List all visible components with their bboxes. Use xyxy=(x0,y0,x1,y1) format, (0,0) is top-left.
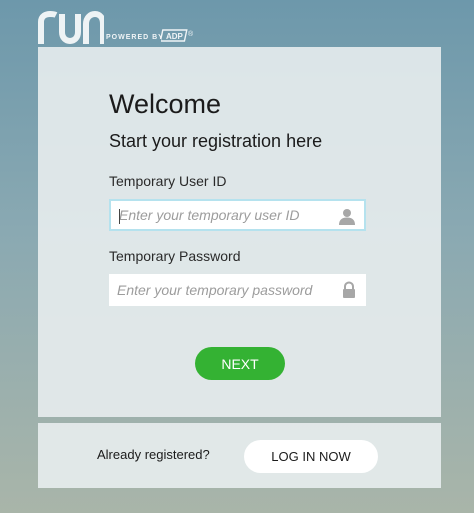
powered-by-label: POWERED BY xyxy=(106,34,164,41)
password-field[interactable] xyxy=(109,274,366,306)
text-cursor xyxy=(119,209,120,224)
next-button[interactable]: NEXT xyxy=(195,347,285,380)
password-input[interactable] xyxy=(117,274,327,306)
password-label: Temporary Password xyxy=(109,248,241,264)
lock-icon xyxy=(343,281,355,298)
registered-mark: ® xyxy=(188,30,194,38)
page-title: Welcome xyxy=(109,89,222,119)
user-icon xyxy=(339,209,355,225)
user-id-field[interactable] xyxy=(109,199,366,231)
user-id-input[interactable] xyxy=(119,201,329,229)
adp-logo: ADP ® xyxy=(161,29,194,42)
adp-logo-text: ADP xyxy=(166,32,184,41)
already-registered-text: Already registered? xyxy=(97,447,210,462)
page-subtitle: Start your registration here xyxy=(109,131,323,151)
log-in-now-button[interactable]: LOG IN NOW xyxy=(244,440,378,473)
login-card: Already registered? LOG IN NOW xyxy=(38,423,441,488)
user-id-label: Temporary User ID xyxy=(109,173,227,189)
run-logo: POWERED BY ADP ® xyxy=(38,8,198,46)
run-logo-mark xyxy=(38,10,104,44)
registration-card: Welcome Start your registration here Tem… xyxy=(38,47,441,417)
